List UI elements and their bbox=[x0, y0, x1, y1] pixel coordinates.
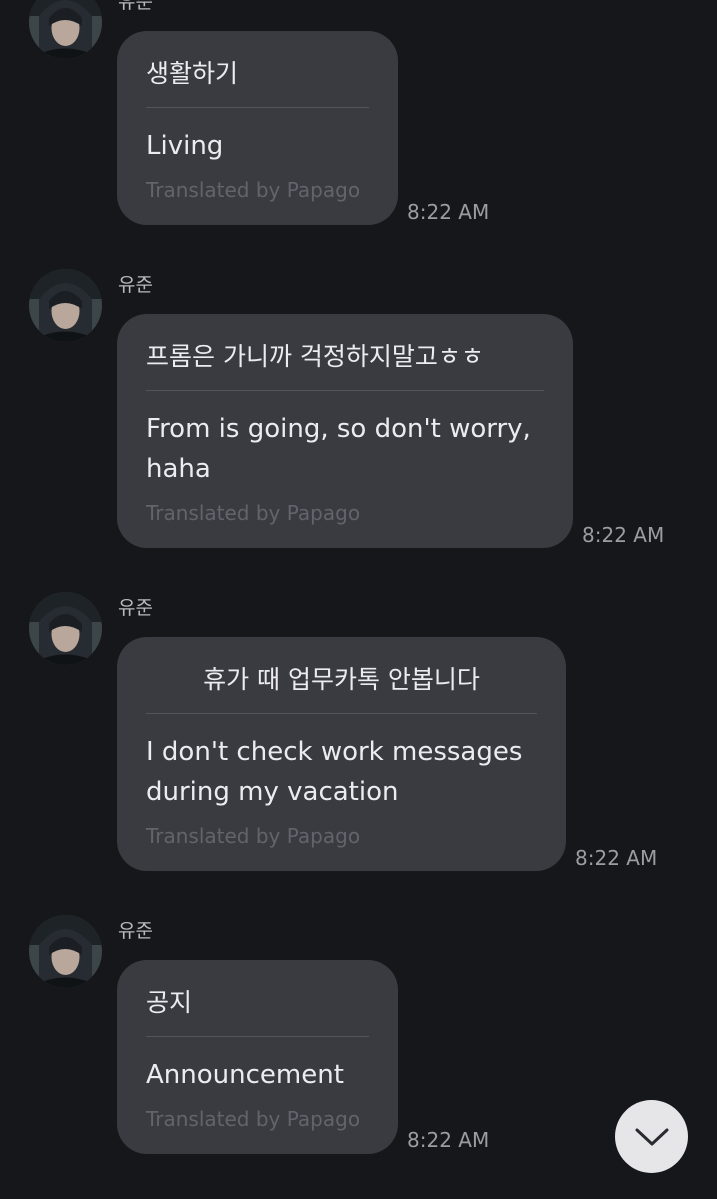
avatar-photo bbox=[29, 592, 102, 665]
original-text: 공지 bbox=[146, 988, 193, 1017]
message-time: 8:22 AM bbox=[582, 523, 665, 547]
translated-text: Living bbox=[146, 131, 224, 161]
translation-credit: Translated by Papago bbox=[146, 1107, 361, 1131]
sender-name: 유준 bbox=[118, 597, 153, 619]
translation-credit: Translated by Papago bbox=[146, 824, 361, 848]
avatar-photo bbox=[29, 0, 102, 59]
message-time: 8:22 AM bbox=[575, 846, 658, 870]
divider bbox=[146, 1036, 369, 1037]
avatar[interactable] bbox=[29, 0, 102, 59]
chevron-down-icon bbox=[635, 1128, 668, 1145]
sender-name: 유준 bbox=[118, 274, 153, 296]
scroll-to-bottom-button[interactable] bbox=[615, 1100, 688, 1173]
divider bbox=[146, 390, 544, 391]
original-text: 프롬은 가니까 걱정하지말고ㅎㅎ bbox=[146, 342, 484, 371]
message-bubble[interactable]: 공지 Announcement Translated by Papago bbox=[117, 960, 398, 1154]
message-time: 8:22 AM bbox=[407, 200, 490, 224]
translation-credit: Translated by Papago bbox=[146, 501, 361, 525]
translation-credit: Translated by Papago bbox=[146, 178, 361, 202]
original-text: 생활하기 bbox=[146, 59, 239, 88]
avatar[interactable] bbox=[29, 915, 102, 988]
divider bbox=[146, 107, 369, 108]
avatar-photo bbox=[29, 269, 102, 342]
sender-name: 유준 bbox=[118, 0, 153, 13]
translated-text: Announcement bbox=[146, 1060, 344, 1090]
message-bubble[interactable]: 휴가 때 업무카톡 안봅니다 I don't check work messag… bbox=[117, 637, 566, 871]
original-text: 휴가 때 업무카톡 안봅니다 bbox=[203, 665, 480, 694]
avatar-photo bbox=[29, 915, 102, 988]
message-bubble[interactable]: 생활하기 Living Translated by Papago bbox=[117, 31, 398, 225]
divider bbox=[146, 713, 537, 714]
message-bubble[interactable]: 프롬은 가니까 걱정하지말고ㅎㅎ From is going, so don't… bbox=[117, 314, 573, 548]
avatar[interactable] bbox=[29, 269, 102, 342]
avatar[interactable] bbox=[29, 592, 102, 665]
translated-text: I don't check work messages during my va… bbox=[146, 737, 523, 807]
translated-text: From is going, so don't worry, haha bbox=[146, 414, 531, 484]
message-time: 8:22 AM bbox=[407, 1128, 490, 1152]
sender-name: 유준 bbox=[118, 920, 153, 942]
